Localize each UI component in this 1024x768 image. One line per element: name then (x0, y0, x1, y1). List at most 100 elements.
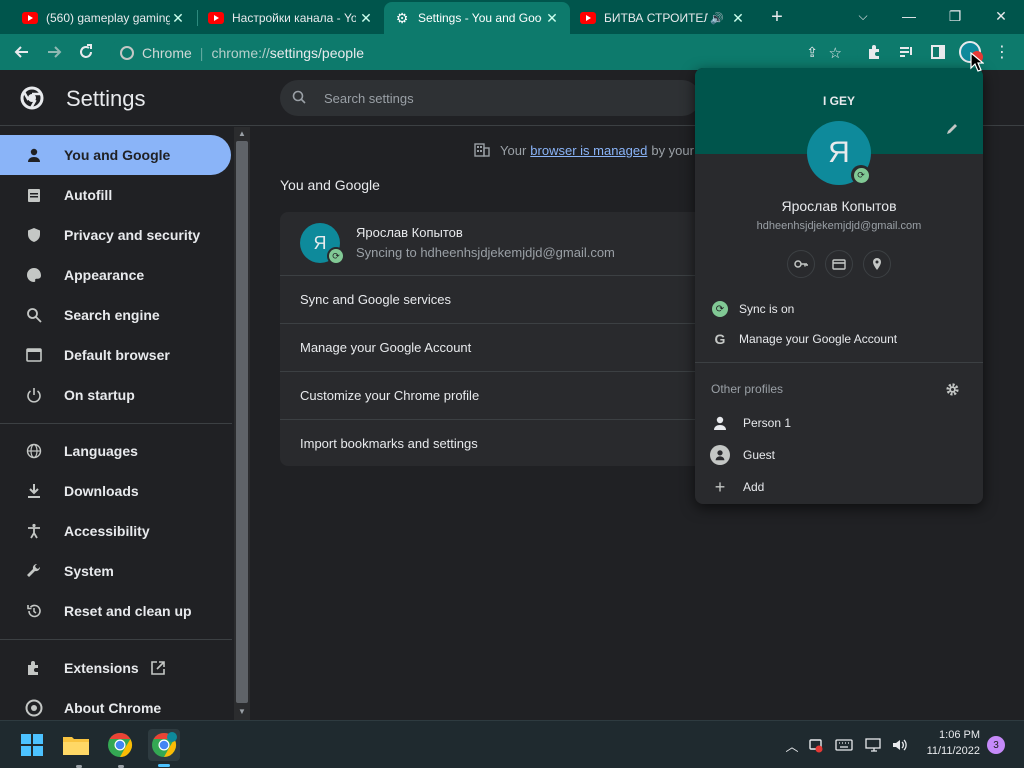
sidebar-item-autofill[interactable]: Autofill (0, 175, 231, 215)
arrow-right-icon (48, 46, 62, 58)
gear-icon: ⚙ (395, 9, 409, 26)
browser-managed-link[interactable]: browser is managed (530, 143, 647, 158)
person-icon (711, 414, 729, 432)
more-menu-icon[interactable]: ⋮ (988, 38, 1016, 66)
row-label: Customize your Chrome profile (300, 388, 480, 403)
sync-services-row[interactable]: Sync and Google services (280, 275, 720, 323)
addresses-button[interactable] (863, 250, 891, 278)
forward-button[interactable] (40, 38, 68, 66)
manage-google-account-row[interactable]: G Manage your Google Account (695, 324, 983, 354)
notification-badge[interactable]: 3 (987, 736, 1005, 754)
bookmark-star-icon[interactable]: ☆ (829, 44, 842, 62)
popup-divider (695, 362, 983, 363)
file-explorer-icon[interactable] (60, 729, 92, 761)
sidebar-item-extensions[interactable]: Extensions (0, 648, 231, 688)
clock-date[interactable]: 11/11/2022 (918, 745, 980, 757)
side-panel-icon[interactable] (924, 38, 952, 66)
reload-icon (80, 44, 92, 58)
edit-pencil-icon[interactable] (945, 122, 959, 141)
youtube-icon (22, 12, 38, 24)
tab-settings[interactable]: ⚙ Settings - You and Google ✕ (384, 2, 570, 34)
chevron-up-icon[interactable]: ︿ (782, 735, 802, 755)
network-icon[interactable] (864, 735, 884, 755)
sync-icon: ⟳ (711, 300, 729, 318)
close-tab-icon[interactable]: ✕ (170, 10, 186, 27)
sidebar-item-appearance[interactable]: Appearance (0, 255, 231, 295)
volume-icon[interactable] (890, 735, 910, 755)
chrome-profile-taskbar-icon[interactable] (148, 729, 180, 767)
windows-start-icon[interactable] (16, 729, 48, 761)
sidebar-item-privacy[interactable]: Privacy and security (0, 215, 231, 255)
manage-profiles-gear-icon[interactable] (945, 382, 960, 402)
globe-icon (24, 441, 44, 461)
customize-profile-row[interactable]: Customize your Chrome profile (280, 371, 720, 419)
close-window-button[interactable]: ✕ (978, 0, 1024, 32)
close-tab-icon[interactable]: ✕ (544, 10, 560, 27)
sidebar-item-label: About Chrome (64, 700, 162, 716)
arrow-left-icon (14, 46, 28, 58)
sidebar-item-search-engine[interactable]: Search engine (0, 295, 231, 335)
chrome-taskbar-icon[interactable] (104, 729, 136, 761)
manage-account-row[interactable]: Manage your Google Account (280, 323, 720, 371)
passwords-key-button[interactable] (787, 250, 815, 278)
address-bar[interactable]: Chrome | chrome:// settings/people ⇪ ☆ (110, 39, 858, 66)
profile-guest[interactable]: Guest (695, 440, 983, 470)
restore-button[interactable]: ❐ (932, 0, 978, 32)
account-row[interactable]: Я ⟳ Ярослав Копытов Syncing to hdheenhsj… (280, 212, 720, 275)
sidebar-scrollbar[interactable]: ▲ ▼ (234, 127, 250, 720)
sidebar-item-accessibility[interactable]: Accessibility (0, 511, 231, 551)
import-bookmarks-row[interactable]: Import bookmarks and settings (280, 419, 720, 466)
tab-build-battle[interactable]: БИТВА СТРОИТЕЛЕЙ 🔊 ✕ (570, 2, 756, 34)
scroll-up-icon[interactable]: ▲ (238, 129, 246, 138)
chrome-site-icon (120, 45, 134, 60)
keyboard-icon[interactable] (834, 735, 854, 755)
sidebar-item-system[interactable]: System (0, 551, 231, 591)
tab-gameplay[interactable]: (560) gameplay gaming ✕ (12, 2, 196, 34)
row-label: Manage your Google Account (300, 340, 472, 355)
sidebar-item-reset[interactable]: Reset and clean up (0, 591, 231, 631)
tab-search-button[interactable]: ⌵ (840, 0, 886, 32)
scrollbar-thumb[interactable] (236, 141, 248, 703)
url-scheme: chrome:// (211, 44, 270, 61)
share-icon[interactable]: ⇪ (806, 44, 818, 61)
recording-icon[interactable] (806, 735, 826, 755)
clock-time[interactable]: 1:06 PM (918, 729, 980, 741)
sidebar-item-label: Privacy and security (64, 227, 201, 243)
url-path: settings/people (269, 44, 364, 61)
minimize-button[interactable]: — (886, 0, 932, 32)
sidebar-item-languages[interactable]: Languages (0, 431, 231, 471)
sidebar-item-default-browser[interactable]: Default browser (0, 335, 231, 375)
sidebar-item-downloads[interactable]: Downloads (0, 471, 231, 511)
managed-suffix: by your (651, 143, 694, 158)
add-profile-button[interactable]: + Add (695, 472, 983, 502)
close-tab-icon[interactable]: ✕ (358, 10, 374, 27)
tab-channel-settings[interactable]: Настройки канала - YouTube ✕ (198, 2, 384, 34)
profile-person-1[interactable]: Person 1 (695, 408, 983, 438)
reload-button[interactable] (72, 38, 100, 66)
payment-methods-button[interactable] (825, 250, 853, 278)
search-settings-input[interactable]: Search settings (280, 80, 700, 116)
back-button[interactable] (8, 38, 36, 66)
scroll-down-icon[interactable]: ▼ (238, 707, 246, 716)
managed-notice: Your browser is managed by your (474, 141, 694, 160)
new-tab-button[interactable]: + (766, 6, 788, 28)
sidebar-item-on-startup[interactable]: On startup (0, 375, 231, 415)
search-placeholder: Search settings (324, 90, 414, 106)
extensions-puzzle-icon[interactable] (860, 38, 888, 66)
sync-status-row[interactable]: ⟳ Sync is on (695, 294, 983, 324)
shield-icon (24, 225, 44, 245)
sync-badge-icon: ⟳ (327, 247, 345, 265)
power-icon (24, 385, 44, 405)
sidebar-item-about-chrome[interactable]: About Chrome (0, 688, 231, 720)
close-tab-icon[interactable]: ✕ (730, 10, 746, 27)
wrench-icon (24, 561, 44, 581)
sync-status: Syncing to hdheenhsjdjekemjdjd@gmail.com (356, 245, 615, 260)
profile-label: Person 1 (743, 416, 792, 430)
browser-toolbar: Chrome | chrome:// settings/people ⇪ ☆ ⋮ (0, 34, 1024, 70)
sidebar-item-you-and-google[interactable]: You and Google (0, 135, 231, 175)
avatar-letter: Я (313, 232, 327, 253)
sidebar-divider (0, 423, 232, 424)
speaker-icon[interactable]: 🔊 (710, 12, 724, 25)
media-control-icon[interactable] (892, 38, 920, 66)
sidebar-item-label: Languages (64, 443, 138, 459)
